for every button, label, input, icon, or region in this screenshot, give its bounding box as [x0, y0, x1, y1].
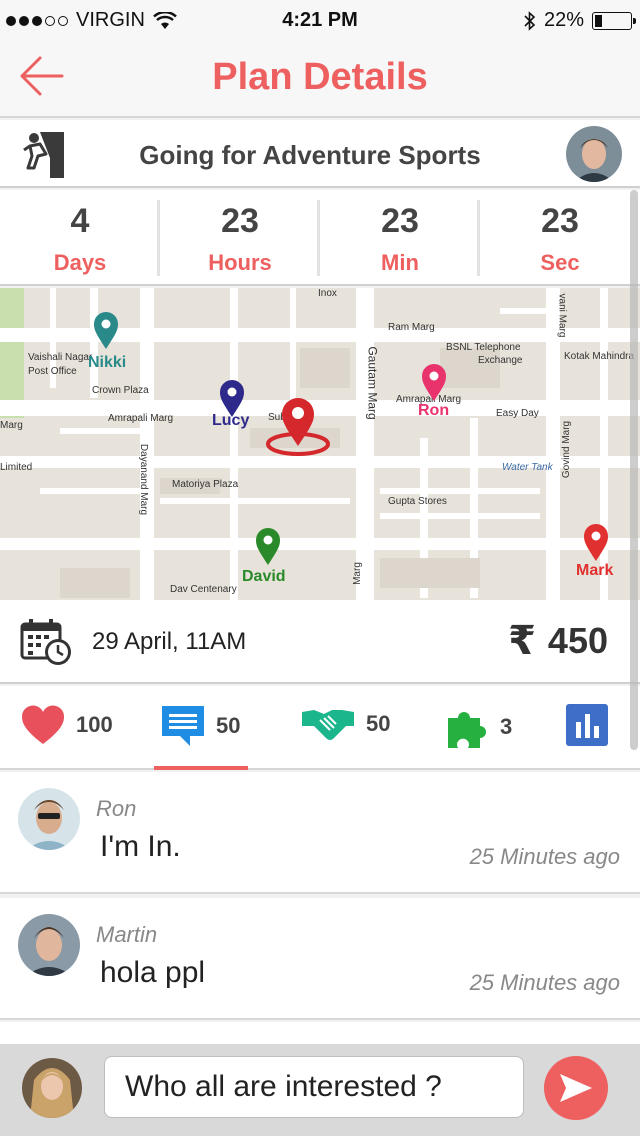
header: Plan Details — [0, 40, 640, 118]
joins-button[interactable]: 50 — [300, 704, 390, 744]
stats-chart-button[interactable] — [566, 704, 608, 746]
comment-item[interactable]: Martin hola ppl 25 Minutes ago — [0, 898, 640, 1020]
map-view[interactable]: Inox Ram Marg BSNL Telephone Exchange Ko… — [0, 288, 640, 600]
bar-chart-icon — [566, 704, 608, 746]
map-label: Amrapali Marg — [108, 413, 174, 424]
host-avatar[interactable] — [566, 126, 622, 182]
map-label: vani Marg — [556, 293, 568, 338]
plan-title: Going for Adventure Sports — [139, 140, 481, 170]
map-label: Kotak Mahindra — [564, 351, 635, 362]
event-price: ₹ 450 — [508, 618, 608, 664]
currency-symbol: ₹ — [508, 619, 536, 663]
map-label: Easy Day — [496, 408, 539, 419]
event-date: 29 April, 11AM — [92, 628, 247, 655]
map-label: Marg — [351, 562, 363, 585]
pin-name-david: David — [242, 568, 286, 585]
countdown-label: Sec — [540, 250, 580, 275]
page-title: Plan Details — [212, 56, 428, 98]
comment-item[interactable]: Ron I'm In. 25 Minutes ago — [0, 772, 640, 894]
send-button[interactable] — [544, 1056, 608, 1120]
map-label: Water Tank — [502, 462, 553, 473]
countdown-hours: 23 Hours — [160, 190, 320, 284]
map-label: Gupta Stores — [388, 496, 447, 507]
send-icon — [560, 1074, 592, 1102]
countdown-value: 23 — [221, 202, 259, 240]
event-info: 29 April, 11AM ₹ 450 — [0, 600, 640, 684]
active-tab-indicator — [154, 766, 248, 770]
calendar-clock-icon — [20, 619, 71, 665]
pin-mark-icon[interactable] — [582, 522, 610, 562]
map-label: Limited — [0, 462, 33, 473]
map-label: BSNL Telephone — [446, 342, 521, 353]
likes-count: 100 — [76, 712, 113, 737]
heart-icon — [21, 705, 65, 744]
joins-count: 50 — [366, 711, 391, 736]
countdown-value: 23 — [381, 202, 419, 240]
likes-button[interactable]: 100 — [20, 704, 113, 746]
stats-bar: 100 50 50 3 — [0, 686, 640, 770]
comments-count: 50 — [216, 713, 241, 738]
map-label: Ram Marg — [388, 322, 435, 333]
handshake-icon — [302, 710, 354, 740]
plan-summary: Going for Adventure Sports — [0, 120, 640, 188]
map-label: Gautam Marg — [365, 346, 380, 420]
battery-percent: 22% — [543, 9, 584, 31]
countdown-label: Min — [381, 250, 419, 275]
countdown: 4 Days 23 Hours 23 Min 23 Sec — [0, 190, 640, 286]
map-label: Matoriya Plaza — [172, 479, 239, 490]
countdown-value: 23 — [541, 202, 579, 240]
map-label: Govind Marg — [561, 420, 573, 479]
status-right: 22% — [524, 9, 636, 32]
comment-time: 25 Minutes ago — [469, 970, 620, 995]
price-value: 450 — [547, 620, 608, 661]
countdown-value: 4 — [70, 202, 90, 240]
comment-input[interactable] — [104, 1056, 524, 1118]
status-bar: VIRGIN 4:21 PM 22% — [0, 0, 640, 40]
puzzle-count: 3 — [500, 714, 513, 739]
pin-nikki-icon[interactable] — [92, 310, 120, 350]
countdown-label: Hours — [208, 250, 272, 275]
map-label: Exchange — [478, 355, 523, 366]
comment-text: I'm In. — [100, 830, 181, 863]
chat-icon — [162, 706, 204, 746]
countdown-min: 23 Min — [320, 190, 480, 284]
user-avatar[interactable] — [22, 1058, 82, 1118]
pin-david-icon[interactable] — [254, 526, 282, 566]
map-label: Crown Plaza — [92, 385, 149, 396]
avatar[interactable] — [18, 788, 80, 850]
countdown-days: 4 Days — [0, 190, 160, 284]
map-label: Dav Centenary — [170, 584, 237, 595]
comment-author: Martin — [96, 922, 158, 947]
map-label: Marg — [0, 420, 23, 431]
map-label: Post Office — [28, 366, 77, 377]
map-label: Inox — [318, 288, 337, 299]
puzzle-icon — [448, 712, 486, 748]
pin-name-nikki: Nikki — [88, 354, 127, 371]
battery-icon — [592, 11, 636, 30]
comment-author: Ron — [96, 796, 137, 821]
countdown-sec: 23 Sec — [480, 190, 640, 284]
current-location-marker[interactable] — [264, 390, 334, 460]
map-label: Vaishali Nagar — [28, 352, 93, 363]
pin-name-mark: Mark — [576, 562, 614, 579]
pin-name-ron: Ron — [418, 402, 450, 419]
comment-text: hola ppl — [100, 956, 206, 989]
composer-bar — [0, 1044, 640, 1136]
comment-time: 25 Minutes ago — [469, 844, 620, 869]
avatar[interactable] — [18, 914, 80, 976]
countdown-label: Days — [53, 250, 107, 275]
pin-ron-icon[interactable] — [420, 362, 448, 402]
bluetooth-icon — [524, 10, 536, 31]
scrollbar[interactable] — [630, 190, 638, 750]
map-label: Dayanand Marg — [138, 443, 150, 516]
pin-name-lucy: Lucy — [212, 412, 250, 429]
comments-tab[interactable]: 50 — [160, 704, 240, 748]
puzzle-button[interactable]: 3 — [444, 704, 512, 750]
